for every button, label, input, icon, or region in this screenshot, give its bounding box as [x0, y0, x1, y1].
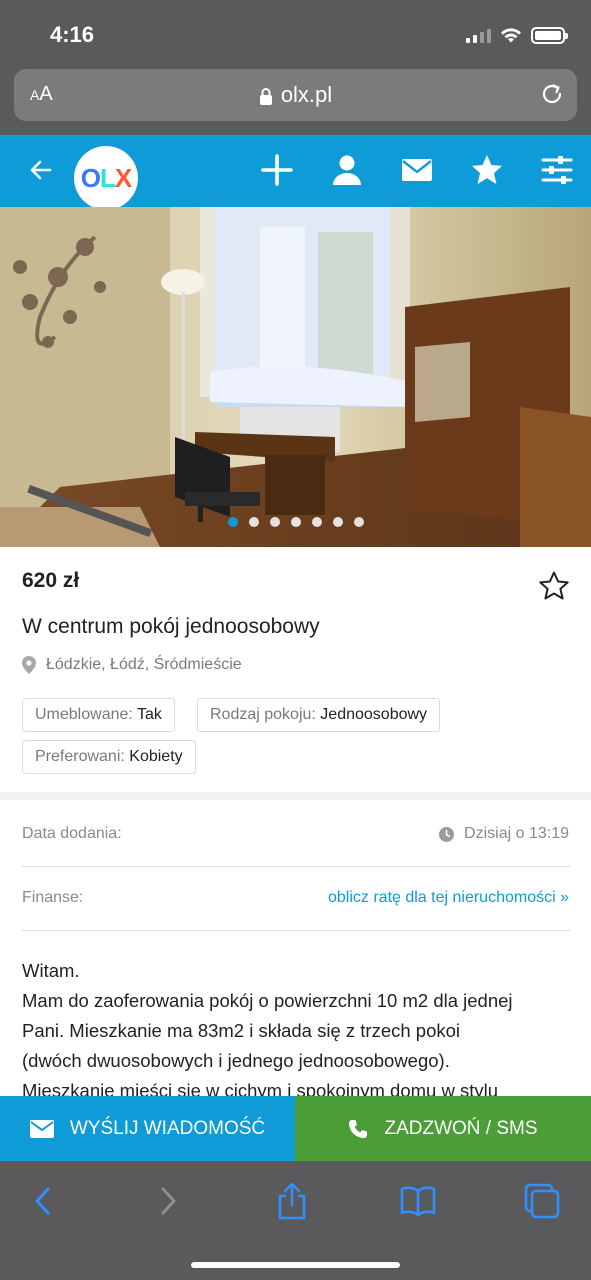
back-icon[interactable]	[30, 1181, 56, 1221]
favorite-star-icon[interactable]	[538, 570, 570, 602]
share-icon[interactable]	[276, 1181, 308, 1221]
gallery-dot[interactable]	[248, 517, 259, 527]
url-display[interactable]: olx.pl	[14, 82, 577, 108]
gallery-pagination	[0, 517, 591, 527]
description-line: Pani. Mieszkanie ma 83m2 i składa się z …	[22, 1020, 461, 1041]
browser-address-area: AA olx.pl	[0, 60, 591, 135]
tabs-icon[interactable]	[523, 1181, 561, 1221]
phone-icon	[349, 1119, 368, 1138]
gallery-dot[interactable]	[311, 517, 322, 527]
signal-icon	[466, 27, 491, 43]
tag-preferred: Preferowani: Kobiety	[22, 740, 196, 774]
olx-header: OLX	[0, 135, 591, 210]
home-indicator	[191, 1262, 400, 1268]
wifi-icon	[501, 28, 521, 43]
mail-icon	[29, 1119, 54, 1138]
gallery-dot[interactable]	[332, 517, 343, 527]
listing-location: Łódzkie, Łódź, Śródmieście	[22, 656, 242, 674]
finance-label: Finanse:	[22, 889, 84, 906]
status-time: 4:16	[50, 22, 95, 47]
description-line: (dwóch dwuosobowych i jednego jednoosobo…	[22, 1050, 450, 1071]
forward-icon[interactable]	[155, 1181, 181, 1221]
description-line: Witam.	[22, 960, 80, 981]
tag-furnished: Umeblowane: Tak	[22, 698, 175, 732]
tag-room-type: Rodzaj pokoju: Jednoosobowy	[197, 698, 441, 732]
call-sms-button[interactable]: ZADZWOŃ / SMS	[295, 1096, 591, 1161]
divider-line	[22, 866, 570, 867]
location-text: Łódzkie, Łódź, Śródmieście	[46, 656, 242, 673]
section-divider	[0, 792, 591, 800]
battery-icon	[531, 26, 568, 44]
back-arrow-icon[interactable]	[28, 157, 54, 183]
listing-price: 620 zł	[22, 569, 80, 592]
url-text: olx.pl	[280, 82, 333, 107]
send-message-button[interactable]: WYŚLIJ WIADOMOŚĆ	[0, 1096, 295, 1161]
address-bar[interactable]: AA olx.pl	[14, 69, 577, 121]
reload-icon[interactable]	[539, 81, 565, 107]
date-added-label: Data dodania:	[22, 825, 122, 842]
status-icons	[466, 26, 568, 44]
gallery-dot[interactable]	[269, 517, 280, 527]
olx-logo[interactable]: OLX	[74, 146, 138, 210]
plus-icon[interactable]	[260, 153, 294, 187]
bookmarks-icon[interactable]	[399, 1181, 437, 1221]
divider-line	[22, 930, 570, 931]
gallery-dot[interactable]	[353, 517, 364, 527]
location-pin-icon	[22, 656, 36, 674]
mail-icon[interactable]	[400, 153, 434, 187]
listing-title: W centrum pokój jednoosobowy	[22, 615, 320, 638]
listing-photo[interactable]	[0, 207, 591, 547]
lock-icon	[259, 88, 272, 106]
listing-description: Witam. Mam do zaoferowania pokój o powie…	[22, 956, 574, 1106]
user-icon[interactable]	[330, 153, 364, 187]
gallery-dot[interactable]	[227, 517, 238, 527]
room-photo-image	[0, 207, 591, 547]
description-line: Mam do zaoferowania pokój o powierzchni …	[22, 990, 513, 1011]
clock-icon	[439, 826, 455, 842]
gallery-dot[interactable]	[290, 517, 301, 527]
date-added-value: Dzisiaj o 13:19	[439, 825, 569, 843]
installment-calc-link[interactable]: oblicz ratę dla tej nieruchomości »	[328, 889, 569, 907]
star-icon[interactable]	[470, 153, 504, 187]
filter-sliders-icon[interactable]	[540, 153, 574, 187]
